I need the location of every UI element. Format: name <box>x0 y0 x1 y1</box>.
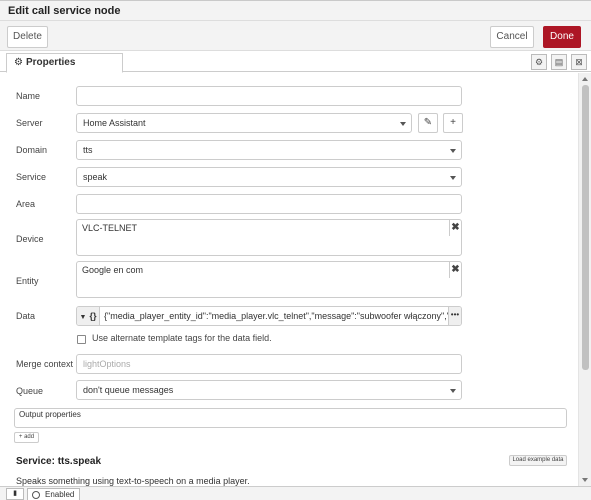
service-label: Service <box>16 172 47 182</box>
chevron-down-icon <box>400 122 406 126</box>
enabled-label: Enabled <box>45 490 75 499</box>
alt-template-tags-label: Use alternate template tags for the data… <box>92 333 272 343</box>
gear-icon[interactable]: ⚙ <box>531 54 547 70</box>
domain-value: tts <box>83 145 93 155</box>
service-value: speak <box>83 172 108 182</box>
merge-context-placeholder: lightOptions <box>83 359 131 369</box>
action-bar: Delete Cancel Done <box>0 21 591 51</box>
tabs-row: ⚙ Properties ⚙ ▤ ⊠ <box>0 51 591 73</box>
data-label: Data <box>16 311 36 321</box>
service-description: Speaks something using text-to-speech on… <box>16 476 250 486</box>
device-input[interactable]: VLC-TELNET ✖ <box>76 219 462 256</box>
output-properties-list[interactable]: Output properties <box>14 408 567 428</box>
done-button[interactable]: Done <box>543 26 581 48</box>
edit-server-button[interactable]: ✎ <box>418 113 438 133</box>
plus-icon: + <box>18 434 23 440</box>
service-info-title: Service: tts.speak <box>16 456 102 467</box>
server-label: Server <box>16 118 43 128</box>
entity-input[interactable]: Google en com ✖ <box>76 261 462 298</box>
dialog-title: Edit call service node <box>0 1 591 21</box>
chevron-down-icon <box>450 389 456 393</box>
circle-icon <box>32 491 40 499</box>
tab-properties-label: Properties <box>25 57 76 68</box>
device-tag: VLC-TELNET <box>82 223 138 233</box>
scroll-thumb[interactable] <box>582 85 589 370</box>
alt-template-tags-checkbox[interactable] <box>77 335 86 344</box>
server-value: Home Assistant <box>83 118 146 128</box>
queue-label: Queue <box>16 386 44 396</box>
queue-select[interactable]: don't queue messages <box>76 380 462 400</box>
name-input[interactable] <box>76 86 462 106</box>
data-value: {"media_player_entity_id":"media_player.… <box>104 311 449 321</box>
area-label: Area <box>16 199 36 209</box>
add-label: add <box>24 434 35 440</box>
delete-button[interactable]: Delete <box>7 26 48 48</box>
merge-context-input[interactable]: lightOptions <box>76 354 462 374</box>
scroll-up-icon[interactable] <box>582 77 588 81</box>
book-icon[interactable]: ▮ <box>6 488 24 500</box>
add-server-button[interactable]: + <box>443 113 463 133</box>
properties-panel: Name Server Home Assistant ✎ + Domain tt… <box>0 73 578 486</box>
domain-label: Domain <box>16 145 48 155</box>
service-select[interactable]: speak <box>76 167 462 187</box>
name-label: Name <box>16 91 41 101</box>
data-type-select[interactable]: ▼{} <box>77 307 100 325</box>
merge-context-label: Merge context <box>16 359 74 369</box>
enabled-toggle[interactable]: Enabled <box>27 488 80 500</box>
server-select[interactable]: Home Assistant <box>76 113 412 133</box>
footer-bar: ▮ Enabled <box>0 486 591 500</box>
entity-label: Entity <box>16 276 39 286</box>
cancel-button[interactable]: Cancel <box>490 26 534 48</box>
scroll-down-icon[interactable] <box>582 478 588 482</box>
domain-select[interactable]: tts <box>76 140 462 160</box>
close-icon[interactable]: ✖ <box>449 262 461 278</box>
queue-value: don't queue messages <box>83 385 174 395</box>
scrollbar[interactable] <box>578 73 591 486</box>
data-typed-input[interactable]: ▼{} {"media_player_entity_id":"media_pla… <box>76 306 462 326</box>
expand-editor-button[interactable]: ••• <box>448 307 461 325</box>
chevron-down-icon <box>450 149 456 153</box>
entity-tag: Google en com <box>82 265 144 275</box>
chevron-down-icon <box>450 176 456 180</box>
json-type-icon: {} <box>89 311 97 321</box>
description-icon[interactable]: ▤ <box>551 54 567 70</box>
load-example-data-button[interactable]: Load example data <box>509 455 567 466</box>
add-output-property-button[interactable]: + add <box>14 432 39 443</box>
device-label: Device <box>16 234 44 244</box>
appearance-icon[interactable]: ⊠ <box>571 54 587 70</box>
gear-icon: ⚙ <box>14 57 23 68</box>
tab-properties[interactable]: ⚙ Properties <box>6 53 123 73</box>
output-properties-label: Output properties <box>19 410 81 419</box>
area-input[interactable] <box>76 194 462 214</box>
close-icon[interactable]: ✖ <box>449 220 461 236</box>
